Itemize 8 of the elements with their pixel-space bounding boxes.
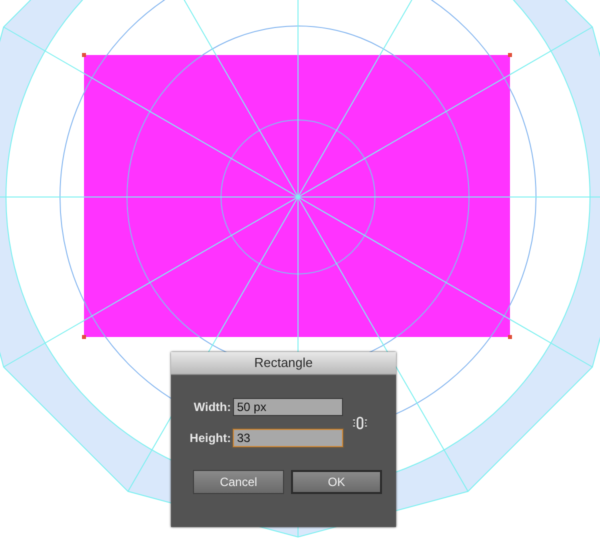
field-label: Height: [188, 431, 231, 445]
input-field[interactable]: 50 px [233, 398, 343, 416]
dialog-button[interactable]: Cancel [193, 470, 284, 494]
chain-link-icon[interactable] [353, 414, 367, 430]
dialog-title: Rectangle [171, 352, 396, 375]
dialog-button[interactable]: OK [291, 470, 382, 494]
input-field[interactable]: 33 [233, 429, 343, 447]
field-label: Width: [192, 400, 231, 414]
